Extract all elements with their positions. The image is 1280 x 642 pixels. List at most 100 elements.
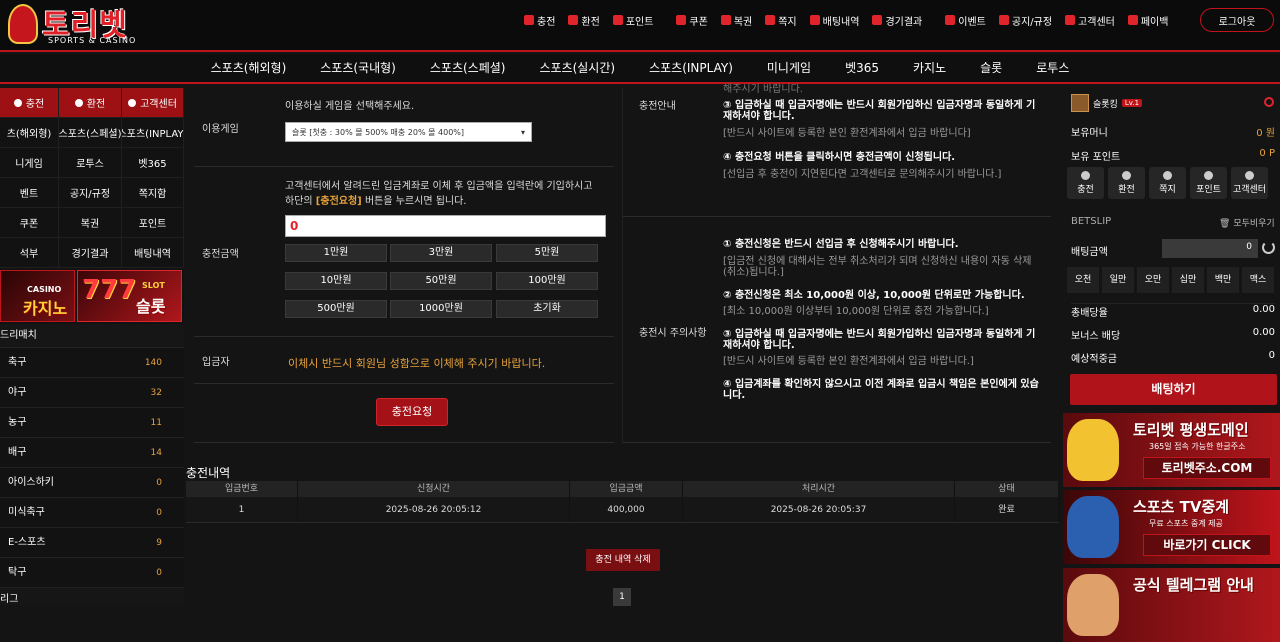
sports-list: 축구 140 야구 32 농구 11 배구 14 아이스하키 0 미식축구 0 E-스포츠 9 탁구 0: [0, 348, 184, 588]
sport-item[interactable]: 탁구 0: [0, 558, 184, 588]
quick-results[interactable]: 경기결과: [59, 238, 122, 268]
table-row: 1 2025-08-26 20:05:12 400,000 2025-08-26…: [186, 497, 1059, 523]
sport-item[interactable]: 미식축구 0: [0, 498, 184, 528]
game-banners: CASINO 카지노 777 SLOT 슬롯: [0, 268, 184, 324]
quick-event[interactable]: 벤트: [0, 178, 59, 208]
chip-50k[interactable]: 오만: [1137, 267, 1169, 293]
charge-icon: [524, 15, 534, 25]
rs-support-button[interactable]: 고객센터: [1231, 167, 1268, 199]
rs-point-button[interactable]: 포인트: [1190, 167, 1227, 199]
top-nav-charge[interactable]: 충전: [524, 12, 555, 28]
quick-support[interactable]: 고객센터: [122, 88, 184, 118]
amount-label: 충전금액: [202, 249, 239, 260]
domain-banner[interactable]: 토리벳 평생도메인 365일 접속 가능한 한글주소 토리벳주소.COM: [1063, 413, 1280, 487]
refresh-icon[interactable]: [1262, 241, 1275, 254]
power-icon[interactable]: [1264, 97, 1274, 107]
main-nav-casino[interactable]: 카지노: [896, 54, 963, 82]
amount-input[interactable]: 0: [285, 215, 606, 237]
telegram-banner[interactable]: 공식 텔레그램 안내: [1063, 568, 1280, 642]
sports-tv-banner[interactable]: 스포츠 TV중계 무료 스포츠 중계 제공 바로가기 CLICK: [1063, 490, 1280, 564]
amount-10m-button[interactable]: 1000만원: [390, 300, 492, 318]
top-nav-event[interactable]: 이벤트: [945, 12, 986, 28]
amount-reset-button[interactable]: 초기화: [496, 300, 598, 318]
rs-message-button[interactable]: 쪽지: [1149, 167, 1186, 199]
quick-charge[interactable]: 충전: [0, 88, 59, 118]
quick-bet-history[interactable]: 배팅내역: [122, 238, 184, 268]
top-nav-results[interactable]: 경기결과: [872, 12, 922, 28]
bet-amount-input[interactable]: 0: [1162, 239, 1258, 258]
notice-icon: [998, 15, 1009, 25]
amount-50k-button[interactable]: 5만원: [496, 244, 598, 262]
main-nav-bet365[interactable]: 벳365: [828, 54, 896, 82]
level-badge: Lv.1: [1121, 99, 1143, 107]
top-nav-payback[interactable]: 페이백: [1127, 12, 1168, 28]
pagination-page-1[interactable]: 1: [613, 588, 631, 606]
chevron-down-icon: ▾: [520, 127, 525, 137]
casino-banner[interactable]: CASINO 카지노: [0, 270, 75, 322]
charge-request-button[interactable]: 충전요청: [376, 398, 448, 426]
chip-5k[interactable]: 오천: [1067, 267, 1099, 293]
main-nav-minigame[interactable]: 미니게임: [750, 54, 828, 82]
main-nav-sports-live[interactable]: 스포츠(실시간): [522, 54, 632, 82]
top-nav-notice[interactable]: 공지/규정: [998, 12, 1052, 28]
quick-lottery[interactable]: 복권: [59, 208, 122, 238]
quick-coupon[interactable]: 쿠폰: [0, 208, 59, 238]
amount-10k-button[interactable]: 1만원: [285, 244, 387, 262]
quick-bet365[interactable]: 벳365: [122, 148, 184, 178]
lottery-icon: [720, 15, 731, 25]
amount-500k-button[interactable]: 50만원: [390, 272, 492, 290]
quick-point[interactable]: 포인트: [122, 208, 184, 238]
amount-1m-button[interactable]: 100만원: [496, 272, 598, 290]
site-logo[interactable]: 토리벳 SPORTS & CASINO: [6, 0, 141, 48]
quick-sports-inplay[interactable]: 스포츠(INPLAY): [122, 118, 184, 148]
amount-100k-button[interactable]: 10만원: [285, 272, 387, 290]
quick-exchange[interactable]: 환전: [59, 88, 122, 118]
right-sidebar: 슬롯킹 Lv.1 보유머니 0 원 보유 포인트 0 P 충전 환전 쪽지 포인트 …: [1063, 88, 1280, 642]
amount-30k-button[interactable]: 3만원: [390, 244, 492, 262]
quick-lotus[interactable]: 로투스: [59, 148, 122, 178]
quick-notice[interactable]: 공지/규정: [59, 178, 122, 208]
quick-inbox[interactable]: 쪽지함: [122, 178, 184, 208]
main-nav-sports-special[interactable]: 스포츠(스페셜): [413, 54, 523, 82]
top-nav-bet-history[interactable]: 배팅내역: [809, 12, 859, 28]
sport-item[interactable]: 아이스하키 0: [0, 468, 184, 498]
quick-minigame[interactable]: 니게임: [0, 148, 59, 178]
slot-banner[interactable]: 777 SLOT 슬롯: [77, 270, 182, 322]
guide-label: 충전안내: [639, 101, 676, 112]
quick-sports-foreign[interactable]: 츠(해외형): [0, 118, 59, 148]
avatar: [1071, 94, 1089, 112]
sport-item[interactable]: 배구 14: [0, 438, 184, 468]
chip-100k[interactable]: 십만: [1172, 267, 1204, 293]
top-nav-coupon[interactable]: 쿠폰: [676, 12, 708, 28]
game-select[interactable]: 슬롯 [첫충 : 30% 몰 500% 매충 20% 몰 400%] ▾: [285, 122, 532, 142]
sport-item[interactable]: 농구 11: [0, 408, 184, 438]
main-nav-lotus[interactable]: 로투스: [1019, 54, 1086, 82]
main-nav-sports-domestic[interactable]: 스포츠(국내형): [303, 54, 413, 82]
divider: [194, 383, 614, 384]
main-nav-slot[interactable]: 슬롯: [963, 54, 1019, 82]
sport-item[interactable]: 축구 140: [0, 348, 184, 378]
chip-max[interactable]: 맥스: [1242, 267, 1274, 293]
delete-history-button[interactable]: 충전 내역 삭제: [586, 549, 660, 571]
chip-1m[interactable]: 백만: [1207, 267, 1239, 293]
quick-attendance[interactable]: 석부: [0, 238, 59, 268]
quick-sports-special[interactable]: 스포츠(스페셜): [59, 118, 122, 148]
main-nav-sports-inplay[interactable]: 스포츠(INPLAY): [632, 54, 750, 82]
rs-charge-button[interactable]: 충전: [1067, 167, 1104, 199]
sport-item[interactable]: 야구 32: [0, 378, 184, 408]
rs-exchange-button[interactable]: 환전: [1108, 167, 1145, 199]
top-nav-support[interactable]: 고객센터: [1065, 12, 1115, 28]
main-nav-sports-foreign[interactable]: 스포츠(해외형): [194, 54, 304, 82]
sport-item[interactable]: E-스포츠 9: [0, 528, 184, 558]
top-nav-lottery[interactable]: 복권: [720, 12, 752, 28]
amount-5m-button[interactable]: 500만원: [285, 300, 387, 318]
top-nav-point[interactable]: 포인트: [612, 12, 653, 28]
charge-page: 이용게임 이용하실 게임을 선택해주세요. 슬롯 [첫충 : 30% 몰 500…: [186, 84, 1061, 606]
top-nav-message[interactable]: 쪽지: [765, 12, 797, 28]
place-bet-button[interactable]: 배팅하기: [1070, 374, 1277, 405]
clear-all-button[interactable]: 🗑 모두비우기: [1219, 216, 1275, 229]
chip-10k[interactable]: 일만: [1102, 267, 1134, 293]
charge-icon: [13, 98, 22, 107]
logout-button[interactable]: 로그아웃: [1200, 8, 1274, 32]
top-nav-exchange[interactable]: 환전: [568, 12, 600, 28]
